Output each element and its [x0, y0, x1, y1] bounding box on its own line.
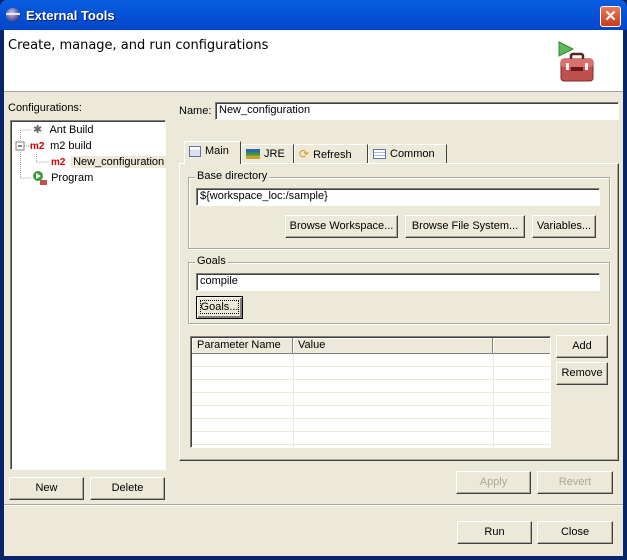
column-header-parameter-name[interactable]: Parameter Name: [192, 338, 293, 354]
window-title: External Tools: [26, 8, 115, 23]
table-row: [192, 354, 550, 367]
column-header-value[interactable]: Value: [293, 338, 493, 354]
toolbox-run-icon: [558, 41, 594, 82]
refresh-icon: ⟳: [299, 147, 310, 161]
goals-title: Goals: [195, 255, 228, 267]
column-divider: [293, 354, 294, 447]
delete-button[interactable]: Delete: [90, 477, 165, 500]
run-button[interactable]: Run: [457, 521, 532, 544]
variables-button[interactable]: Variables...: [532, 215, 596, 238]
title-bar[interactable]: External Tools ✕: [0, 0, 627, 30]
add-parameter-button[interactable]: Add: [556, 335, 608, 358]
dialog-header: Create, manage, and run configurations: [4, 30, 623, 92]
column-header-extra[interactable]: [493, 338, 550, 354]
tree-item-ant-build[interactable]: ✱ Ant Build: [33, 122, 93, 138]
apply-button[interactable]: Apply: [456, 471, 531, 494]
revert-button[interactable]: Revert: [537, 471, 613, 494]
tab-common[interactable]: Common: [368, 144, 447, 164]
program-icon: [33, 171, 47, 186]
remove-parameter-button[interactable]: Remove: [556, 362, 608, 385]
base-directory-field[interactable]: ${workspace_loc:/sample}: [196, 188, 600, 206]
tree-item-new-configuration[interactable]: m2 New_configuration: [51, 154, 167, 170]
window-close-button[interactable]: ✕: [600, 6, 621, 27]
configurations-tree[interactable]: ✱ Ant Build m2 m2 build m2 New_configura…: [10, 120, 167, 470]
browse-workspace-button[interactable]: Browse Workspace...: [285, 215, 398, 238]
table-row: [192, 393, 550, 406]
goals-field[interactable]: compile: [196, 273, 600, 291]
goals-button[interactable]: Goals...: [196, 296, 243, 319]
tree-item-program[interactable]: Program: [32, 170, 93, 186]
common-icon: [373, 149, 386, 160]
eclipse-icon: [6, 8, 20, 22]
header-message: Create, manage, and run configurations: [8, 38, 269, 53]
footer-separator: [4, 504, 623, 506]
name-label: Name:: [179, 105, 212, 117]
table-row: [192, 406, 550, 419]
table-row: [192, 419, 550, 432]
new-button[interactable]: New: [9, 477, 84, 500]
parameters-table[interactable]: Parameter Name Value: [190, 336, 551, 448]
ant-icon: ✱: [33, 124, 43, 136]
m2-icon: m2: [30, 141, 45, 152]
table-row: [192, 380, 550, 393]
name-field[interactable]: New_configuration: [215, 102, 619, 120]
tab-main[interactable]: Main: [184, 141, 241, 164]
goals-group: Goals: [188, 255, 610, 324]
tree-item-m2-build[interactable]: m2 m2 build: [30, 138, 92, 154]
close-button[interactable]: Close: [537, 521, 613, 544]
dialog-client: Create, manage, and run configurations C…: [4, 30, 623, 556]
tab-refresh[interactable]: ⟳ Refresh: [294, 144, 368, 164]
jre-icon: [246, 149, 260, 160]
table-row: [192, 367, 550, 380]
browse-file-system-button[interactable]: Browse File System...: [405, 215, 525, 238]
main-tab-icon: [189, 145, 201, 157]
m2-icon: m2: [51, 157, 66, 168]
column-divider: [493, 354, 494, 447]
external-tools-window: External Tools ✕ Create, manage, and run…: [0, 0, 627, 560]
tab-jre[interactable]: JRE: [241, 144, 294, 164]
configurations-label: Configurations:: [8, 102, 82, 114]
base-directory-title: Base directory: [195, 170, 270, 182]
table-row: [192, 432, 550, 445]
